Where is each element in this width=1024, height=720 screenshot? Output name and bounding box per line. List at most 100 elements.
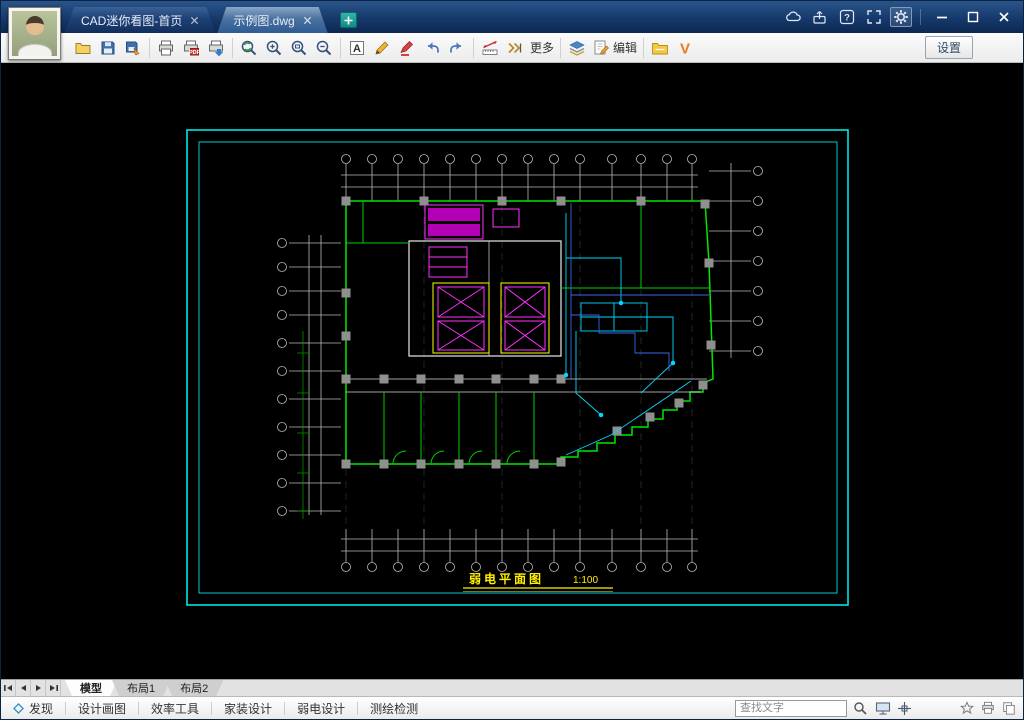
close-button[interactable] xyxy=(991,6,1017,28)
drawing-canvas[interactable]: 弱电平面图 1:100 xyxy=(1,63,1023,679)
maximize-button[interactable] xyxy=(960,6,986,28)
undo-button[interactable] xyxy=(420,36,444,60)
home-design-button[interactable]: 家装设计 xyxy=(212,697,284,719)
tab-model-label: 模型 xyxy=(80,683,102,695)
marker-annotation-button[interactable] xyxy=(395,36,419,60)
svg-text:A: A xyxy=(353,43,361,55)
search-button[interactable] xyxy=(852,700,869,717)
zoom-in-button[interactable] xyxy=(262,36,286,60)
svg-text:PDF: PDF xyxy=(189,49,200,55)
find-text-input[interactable] xyxy=(735,699,847,717)
previous-layout-button[interactable] xyxy=(16,680,31,696)
zoom-window-button[interactable] xyxy=(287,36,311,60)
toolbar-separator xyxy=(232,37,233,58)
measure-length-button[interactable] xyxy=(478,36,502,60)
app-window: CAD迷你看图-首页 示例图.dwg ? PDF A 更多 编辑 V 设置 弱电… xyxy=(0,0,1024,720)
share-icon[interactable] xyxy=(809,7,831,27)
crosshair-button[interactable] xyxy=(896,700,913,717)
avatar-picture xyxy=(12,11,57,56)
zoom-in-icon xyxy=(266,40,282,55)
drawing-title-block: 弱电平面图 1:100 xyxy=(463,571,613,592)
save-as-button[interactable] xyxy=(121,36,145,60)
avatar[interactable] xyxy=(8,7,61,60)
cloud-icon[interactable] xyxy=(782,7,804,27)
weak-current-button[interactable]: 弱电设计 xyxy=(285,697,357,719)
text-annotation-button[interactable]: A xyxy=(345,36,369,60)
survey-check-button[interactable]: 测绘检测 xyxy=(358,697,430,719)
toolbar-separator xyxy=(560,37,562,58)
marker-icon xyxy=(400,40,413,56)
tab-model[interactable]: 模型 xyxy=(65,680,117,696)
first-page-icon xyxy=(3,685,12,691)
equipment-magenta xyxy=(424,204,546,351)
zoom-out-button[interactable] xyxy=(312,36,336,60)
tab-home-close-icon[interactable] xyxy=(190,16,199,25)
settings-button[interactable]: 设置 xyxy=(924,36,973,59)
print-icon xyxy=(159,40,173,55)
search-area xyxy=(735,699,1023,717)
more-button[interactable]: 更多 xyxy=(528,36,556,60)
tab-layout2[interactable]: 布局2 xyxy=(165,680,223,696)
left-dimension-line xyxy=(297,331,309,519)
print-button[interactable] xyxy=(154,36,178,60)
layers-icon xyxy=(569,40,585,56)
wiring-cyan xyxy=(563,213,692,456)
zoom-extents-button[interactable] xyxy=(237,36,261,60)
open-file-button[interactable] xyxy=(71,36,95,60)
tab-home[interactable]: CAD迷你看图-首页 xyxy=(65,7,215,33)
discover-button[interactable]: 发现 xyxy=(1,697,65,719)
titlebar: CAD迷你看图-首页 示例图.dwg ? xyxy=(1,1,1023,33)
titlebar-separator xyxy=(920,9,921,25)
last-layout-button[interactable] xyxy=(46,680,61,696)
next-layout-button[interactable] xyxy=(31,680,46,696)
titlebar-right-icons: ? xyxy=(782,1,1023,33)
fullscreen-icon[interactable] xyxy=(863,7,885,27)
copy-icon xyxy=(1002,702,1015,715)
first-layout-button[interactable] xyxy=(1,680,16,696)
brand-v-button[interactable]: V xyxy=(673,36,697,60)
help-icon[interactable]: ? xyxy=(836,7,858,27)
tab-document-close-icon[interactable] xyxy=(303,16,312,25)
measure-continuous-button[interactable] xyxy=(503,36,527,60)
star-icon xyxy=(959,701,974,715)
favorite-button[interactable] xyxy=(958,700,975,717)
export-pdf-button[interactable]: PDF xyxy=(179,36,203,60)
axis-grid-top xyxy=(341,154,698,201)
save-button[interactable] xyxy=(96,36,120,60)
copy-view-button[interactable] xyxy=(1000,700,1017,717)
cloud-folder-button[interactable] xyxy=(648,36,672,60)
home-design-label: 家装设计 xyxy=(224,701,273,716)
redo-button[interactable] xyxy=(445,36,469,60)
brand-v-icon: V xyxy=(680,40,690,57)
edit-page-icon xyxy=(594,40,609,54)
sheet-inner-frame xyxy=(198,141,838,594)
pen-annotation-button[interactable] xyxy=(370,36,394,60)
quick-print-button[interactable] xyxy=(979,700,996,717)
design-draw-button[interactable]: 设计画图 xyxy=(66,697,138,719)
axis-grid-left xyxy=(277,235,341,516)
image-export-icon xyxy=(209,40,224,56)
drawing-title: 弱电平面图 xyxy=(469,571,544,586)
layers-button[interactable] xyxy=(565,36,589,60)
efficiency-tools-button[interactable]: 效率工具 xyxy=(139,697,211,719)
minimize-button[interactable] xyxy=(929,6,955,28)
redo-icon xyxy=(450,41,461,52)
save-icon xyxy=(101,41,115,54)
tab-document-label: 示例图.dwg xyxy=(233,13,295,28)
efficiency-tools-label: 效率工具 xyxy=(151,701,200,716)
last-page-icon xyxy=(49,685,58,691)
pencil-icon xyxy=(375,41,389,54)
new-tab-button[interactable] xyxy=(339,12,357,28)
fit-screen-button[interactable] xyxy=(874,700,891,717)
grid-centerlines xyxy=(345,181,693,545)
text-icon: A xyxy=(350,40,364,55)
diamond-icon xyxy=(13,702,24,714)
next-icon xyxy=(35,685,41,691)
settings-gear-icon[interactable] xyxy=(890,7,912,27)
tab-document[interactable]: 示例图.dwg xyxy=(217,7,327,33)
export-image-button[interactable] xyxy=(204,36,228,60)
edit-button[interactable]: 编辑 xyxy=(590,36,639,60)
undo-icon xyxy=(428,41,439,52)
measure-continuous-icon xyxy=(508,42,522,53)
tab-layout1[interactable]: 布局1 xyxy=(112,680,170,696)
